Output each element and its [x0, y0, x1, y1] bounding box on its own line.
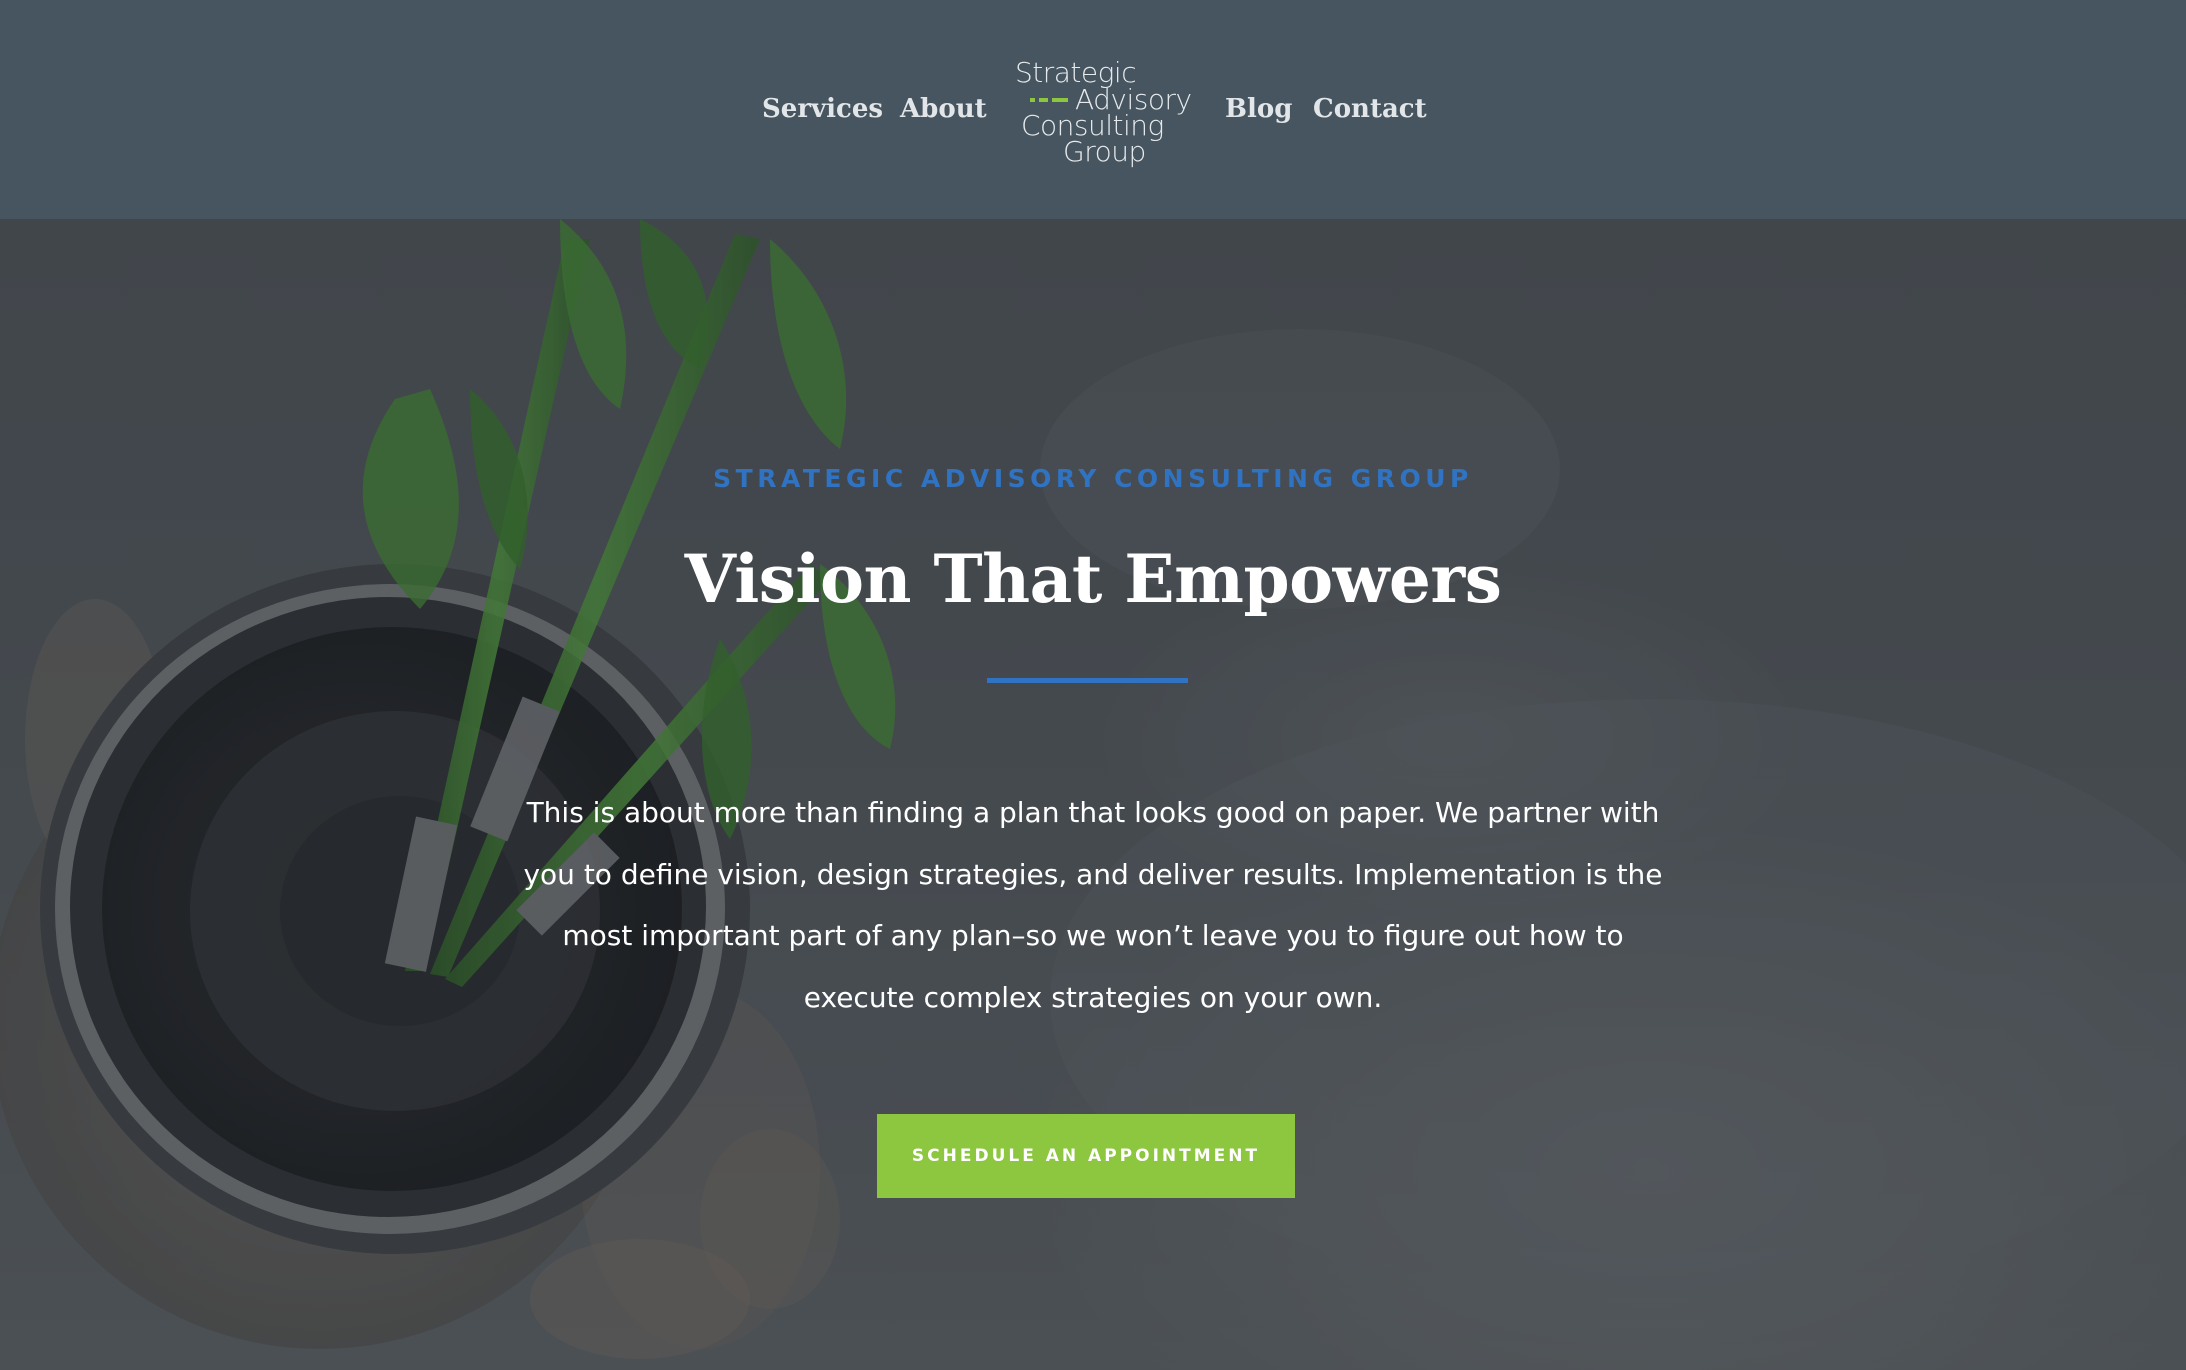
hero-body-text: This is about more than finding a plan t… — [523, 796, 1663, 1014]
nav-link-about[interactable]: About — [900, 92, 987, 126]
schedule-appointment-button[interactable]: SCHEDULE AN APPOINTMENT — [877, 1114, 1295, 1198]
site-logo[interactable]: Strategic Advisory Consulting Group — [1005, 54, 1205, 172]
logo-accent-dash — [1052, 98, 1068, 102]
page: Services About Strategic Advisory Consul… — [0, 0, 2186, 1370]
hero-section: STRATEGIC ADVISORY CONSULTING GROUP Visi… — [0, 219, 2186, 1370]
hero-divider — [987, 678, 1188, 683]
logo-accent-dash — [1030, 98, 1035, 102]
hero-eyebrow: STRATEGIC ADVISORY CONSULTING GROUP — [713, 464, 1473, 493]
nav-link-contact[interactable]: Contact — [1313, 92, 1427, 126]
site-header: Services About Strategic Advisory Consul… — [0, 0, 2186, 219]
hero-title: Vision That Empowers — [684, 540, 1502, 618]
logo-accent-dash — [1039, 98, 1048, 102]
nav-link-blog[interactable]: Blog — [1225, 92, 1292, 126]
logo-text-line4: Group — [1063, 135, 1146, 168]
nav-link-services[interactable]: Services — [762, 92, 883, 126]
